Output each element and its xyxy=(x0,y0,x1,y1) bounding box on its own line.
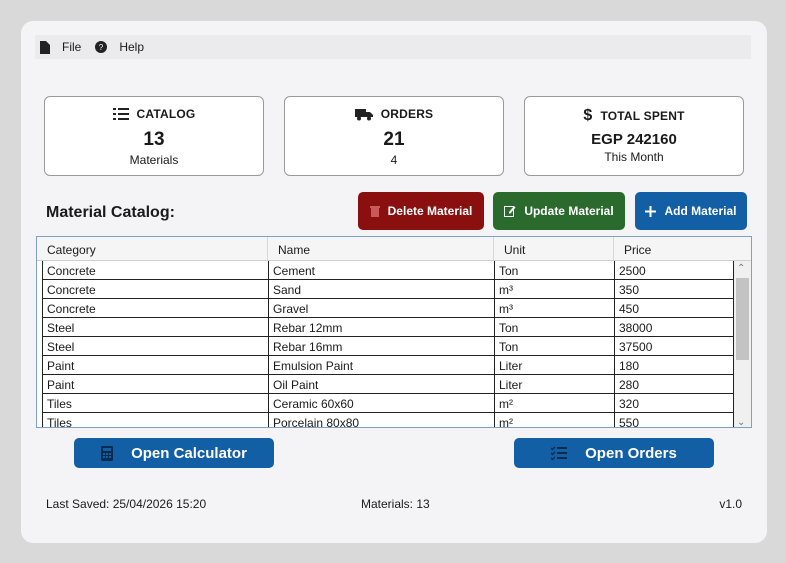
table-row[interactable]: Tiles Porcelain 80x80 m² 550 xyxy=(42,413,734,427)
add-material-button[interactable]: Add Material xyxy=(635,192,747,230)
cell-category: Concrete xyxy=(42,280,268,299)
catalog-card-title: CATALOG xyxy=(136,107,196,121)
cell-unit: Ton xyxy=(494,261,614,280)
cell-category: Paint xyxy=(42,375,268,394)
menu-help-label: Help xyxy=(119,40,145,54)
cell-name: Sand xyxy=(268,280,494,299)
delete-material-label: Delete Material xyxy=(387,204,473,218)
cell-name: Cement xyxy=(268,261,494,280)
cell-price: 320 xyxy=(614,394,734,413)
materials-table: Category Name Unit Price Concrete Cement T… xyxy=(36,236,752,428)
cell-unit: m² xyxy=(494,413,614,427)
cell-price: 37500 xyxy=(614,337,734,356)
last-saved-status: Last Saved: 25/04/2026 15:20 xyxy=(46,497,207,511)
open-orders-button[interactable]: Open Orders xyxy=(514,438,714,468)
table-row[interactable]: Concrete Sand m³ 350 xyxy=(42,280,734,299)
checklist-icon xyxy=(551,446,568,460)
dollar-icon: $ xyxy=(583,107,593,124)
cell-unit: Ton xyxy=(494,318,614,337)
table-row[interactable]: Paint Oil Paint Liter 280 xyxy=(42,375,734,394)
cell-name: Porcelain 80x80 xyxy=(268,413,494,427)
cell-price: 450 xyxy=(614,299,734,318)
open-orders-label: Open Orders xyxy=(585,444,677,462)
column-header-category[interactable]: Category xyxy=(37,237,268,260)
cell-category: Concrete xyxy=(42,299,268,318)
orders-card: ORDERS 21 4 xyxy=(284,96,504,176)
menu-file[interactable]: File xyxy=(39,40,81,54)
menu-bar: File ? Help xyxy=(35,35,751,59)
cell-name: Rebar 12mm xyxy=(268,318,494,337)
scrollbar-thumb[interactable] xyxy=(736,278,749,360)
total-spent-sub: This Month xyxy=(604,150,664,164)
cell-category: Steel xyxy=(42,337,268,356)
cell-price: 38000 xyxy=(614,318,734,337)
chevron-up-icon[interactable]: ⌃ xyxy=(737,263,745,274)
table-row[interactable]: Steel Rebar 16mm Ton 37500 xyxy=(42,337,734,356)
cell-name: Oil Paint xyxy=(268,375,494,394)
cell-category: Concrete xyxy=(42,261,268,280)
chevron-down-icon[interactable]: ⌄ xyxy=(737,417,745,427)
menu-help[interactable]: ? Help xyxy=(95,40,144,54)
cell-unit: m³ xyxy=(494,299,614,318)
cell-name: Rebar 16mm xyxy=(268,337,494,356)
version-label: v1.0 xyxy=(719,497,742,511)
cell-name: Gravel xyxy=(268,299,494,318)
plus-icon xyxy=(645,205,657,217)
orders-card-title: ORDERS xyxy=(380,107,434,121)
column-header-name[interactable]: Name xyxy=(268,237,494,260)
table-header: Category Name Unit Price xyxy=(37,237,751,261)
calculator-icon xyxy=(101,445,114,461)
trash-icon xyxy=(369,206,380,217)
cell-unit: Ton xyxy=(494,337,614,356)
section-title: Material Catalog: xyxy=(46,204,175,221)
help-icon: ? xyxy=(95,41,108,53)
cell-price: 350 xyxy=(614,280,734,299)
delete-material-button[interactable]: Delete Material xyxy=(358,192,484,230)
list-icon xyxy=(112,107,129,120)
cell-unit: Liter xyxy=(494,375,614,394)
cell-price: 550 xyxy=(614,413,734,427)
total-spent-card: $ TOTAL SPENT EGP 242160 This Month xyxy=(524,96,744,176)
open-calculator-button[interactable]: Open Calculator xyxy=(74,438,274,468)
table-row[interactable]: Tiles Ceramic 60x60 m² 320 xyxy=(42,394,734,413)
column-header-unit[interactable]: Unit xyxy=(494,237,614,260)
cell-unit: Liter xyxy=(494,356,614,375)
cell-category: Steel xyxy=(42,318,268,337)
catalog-card: CATALOG 13 Materials xyxy=(44,96,264,176)
cell-price: 2500 xyxy=(614,261,734,280)
cell-unit: m³ xyxy=(494,280,614,299)
table-row[interactable]: Concrete Gravel m³ 450 xyxy=(42,299,734,318)
materials-count-status: Materials: 13 xyxy=(361,497,430,511)
table-row[interactable]: Paint Emulsion Paint Liter 180 xyxy=(42,356,734,375)
column-header-price[interactable]: Price xyxy=(614,237,734,260)
update-material-label: Update Material xyxy=(524,204,614,218)
truck-icon xyxy=(354,108,373,120)
add-material-label: Add Material xyxy=(664,204,737,218)
open-calculator-label: Open Calculator xyxy=(131,444,247,462)
catalog-card-sub: Materials xyxy=(129,153,179,167)
orders-count: 21 xyxy=(383,129,405,150)
file-icon xyxy=(40,40,50,54)
cell-category: Tiles xyxy=(42,413,268,427)
cell-price: 180 xyxy=(614,356,734,375)
cell-unit: m² xyxy=(494,394,614,413)
cell-category: Paint xyxy=(42,356,268,375)
table-row[interactable]: Steel Rebar 12mm Ton 38000 xyxy=(42,318,734,337)
edit-icon xyxy=(504,206,516,217)
table-body: Concrete Cement Ton 2500 Concrete Sand m³ 350 … xyxy=(42,261,734,427)
catalog-count: 13 xyxy=(143,129,165,150)
total-spent-title: TOTAL SPENT xyxy=(600,109,685,123)
table-scrollbar[interactable]: ⌃ ⌄ xyxy=(734,261,751,427)
update-material-button[interactable]: Update Material xyxy=(493,192,625,230)
menu-file-label: File xyxy=(62,40,82,54)
app-window: File ? Help CATALOG 13 Materials ORDERS … xyxy=(21,21,767,543)
cell-category: Tiles xyxy=(42,394,268,413)
total-spent-value: EGP 242160 xyxy=(591,131,677,148)
cell-name: Emulsion Paint xyxy=(268,356,494,375)
cell-price: 280 xyxy=(614,375,734,394)
cell-name: Ceramic 60x60 xyxy=(268,394,494,413)
orders-card-sub: 4 xyxy=(390,153,398,167)
svg-text:?: ? xyxy=(99,43,104,52)
table-row[interactable]: Concrete Cement Ton 2500 xyxy=(42,261,734,280)
